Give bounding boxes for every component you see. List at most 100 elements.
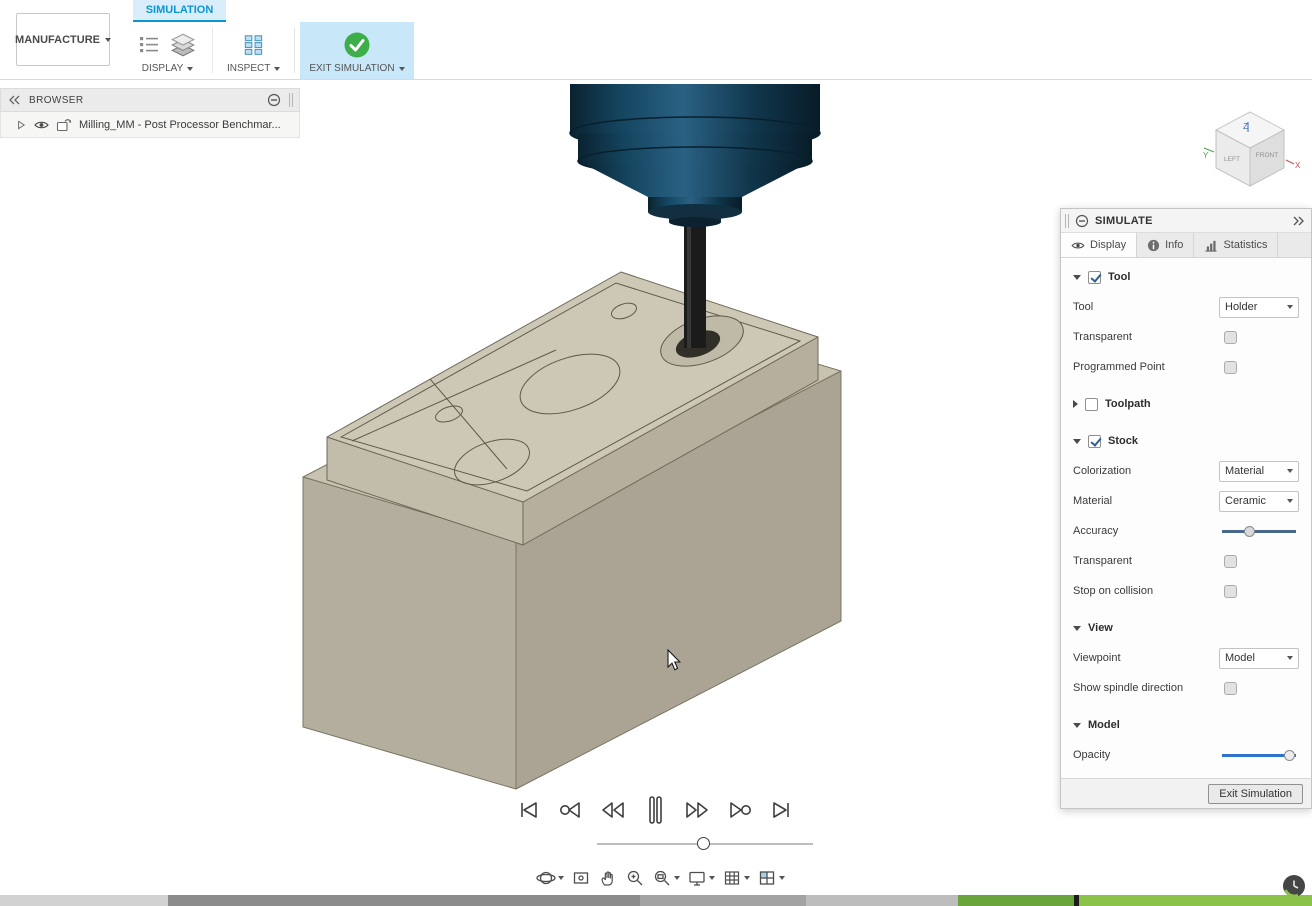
display-list-icon [137,33,161,57]
toolpath-visible-checkbox[interactable] [1085,398,1098,411]
go-to-end-button[interactable] [766,792,798,828]
collapse-triangle-icon[interactable] [1073,275,1081,280]
step-back-button[interactable] [597,792,629,828]
stock-transparent-checkbox[interactable] [1224,555,1237,568]
expand-triangle-icon[interactable] [1073,400,1078,408]
material-dropdown[interactable]: Ceramic [1219,491,1299,512]
exit-simulation-button[interactable]: EXIT SIMULATION [300,22,413,79]
tool-transparent-checkbox[interactable] [1224,331,1237,344]
display-label: DISPLAY [142,63,184,74]
collapse-panel-icon[interactable] [9,95,21,105]
tab-simulation-label: SIMULATION [146,4,214,16]
display-settings-button[interactable] [687,868,715,888]
panel-drag-grip[interactable] [1065,214,1069,228]
playback-controls [512,792,798,828]
tab-statistics[interactable]: Statistics [1194,233,1278,257]
next-operation-button[interactable] [724,792,756,828]
caret-down-icon [105,38,111,42]
timeline-slider[interactable] [597,836,813,852]
timeline-knob[interactable] [697,837,710,850]
section-tool[interactable]: Tool [1073,262,1301,292]
opacity-label: Opacity [1073,749,1219,761]
pan-button[interactable] [598,868,618,888]
spindle-direction-checkbox[interactable] [1224,682,1237,695]
caret-down-icon [744,876,750,880]
stock-visible-checkbox[interactable] [1088,435,1101,448]
navigation-toolbar [536,866,785,890]
row-opacity: Opacity [1073,740,1301,770]
caret-down-icon [399,67,405,71]
browser-item-root[interactable]: Milling_MM - Post Processor Benchmar... [0,112,300,138]
stop-on-collision-checkbox[interactable] [1224,585,1237,598]
section-tool-label: Tool [1108,271,1130,283]
section-stock[interactable]: Stock [1073,426,1301,456]
section-toolpath[interactable]: Toolpath [1073,389,1301,419]
progress-segment [168,895,640,906]
expand-triangle-icon[interactable] [15,119,27,131]
colorization-dropdown[interactable]: Material [1219,461,1299,482]
inspect-menu-button[interactable]: INSPECT [218,22,289,79]
tool-holder [570,84,820,227]
transparent-label: Transparent [1073,331,1219,343]
colorization-dropdown-value: Material [1225,465,1283,477]
job-status-icon[interactable] [1282,874,1306,898]
browser-title: BROWSER [29,95,83,106]
caret-down-icon [187,67,193,71]
viewpoint-dropdown[interactable]: Model [1219,648,1299,669]
collapse-triangle-icon[interactable] [1073,439,1081,444]
zoom-window-button[interactable] [652,868,680,888]
slider-knob[interactable] [1244,526,1255,537]
go-to-start-button[interactable] [512,792,544,828]
expand-right-icon[interactable] [1292,216,1305,226]
simulate-panel-header[interactable]: SIMULATE [1061,209,1311,233]
previous-operation-button[interactable] [554,792,586,828]
section-stock-label: Stock [1108,435,1138,447]
grid-settings-button[interactable] [722,868,750,888]
stop-on-collision-label: Stop on collision [1073,585,1219,597]
section-view-label: View [1088,622,1113,634]
tab-info[interactable]: Info [1137,233,1194,257]
material-label: Material [1073,495,1219,507]
colorization-label: Colorization [1073,465,1219,477]
panel-drag-grip[interactable] [289,93,293,107]
progress-segment [640,895,806,906]
workspace-switcher[interactable]: MANUFACTURE [16,13,110,66]
tab-display[interactable]: Display [1061,233,1137,257]
opacity-slider[interactable] [1222,749,1296,762]
step-forward-button[interactable] [681,792,713,828]
simulate-tabs: Display Info Statistics [1061,233,1311,258]
slider-knob[interactable] [1284,750,1295,761]
collapse-dialog-icon[interactable] [1075,214,1089,228]
row-material: Material Ceramic [1073,486,1301,516]
tool-visible-checkbox[interactable] [1088,271,1101,284]
section-view[interactable]: View [1073,613,1301,643]
collapse-triangle-icon[interactable] [1073,723,1081,728]
toolbar-separator [294,28,295,73]
display-menu-button[interactable]: DISPLAY [128,22,207,79]
look-at-button[interactable] [571,868,591,888]
browser-header[interactable]: BROWSER [0,88,300,112]
row-stop-on-collision: Stop on collision [1073,576,1301,606]
viewports-button[interactable] [757,868,785,888]
view-cube[interactable]: LEFT FRONT Z Y X [1203,112,1301,186]
programmed-point-checkbox[interactable] [1224,361,1237,374]
section-model[interactable]: Model [1073,710,1301,740]
visibility-eye-icon[interactable] [34,120,49,130]
orbit-button[interactable] [536,868,564,888]
collapse-all-icon[interactable] [267,93,281,107]
orbit-icon [536,868,556,888]
row-programmed-point: Programmed Point [1073,352,1301,382]
programmed-point-label: Programmed Point [1073,361,1219,373]
collapse-triangle-icon[interactable] [1073,626,1081,631]
tab-simulation[interactable]: SIMULATION [133,0,226,22]
bar-chart-icon [1204,239,1218,252]
section-toolpath-label: Toolpath [1105,398,1151,410]
row-colorization: Colorization Material [1073,456,1301,486]
tool-dropdown[interactable]: Holder [1219,297,1299,318]
axis-y-label: Y [1203,151,1209,160]
accuracy-slider[interactable] [1222,525,1296,538]
zoom-button[interactable] [625,868,645,888]
ribbon: DISPLAY INSPECT [128,22,414,79]
pause-button[interactable] [639,792,671,828]
exit-simulation-footer-button[interactable]: Exit Simulation [1208,784,1303,804]
